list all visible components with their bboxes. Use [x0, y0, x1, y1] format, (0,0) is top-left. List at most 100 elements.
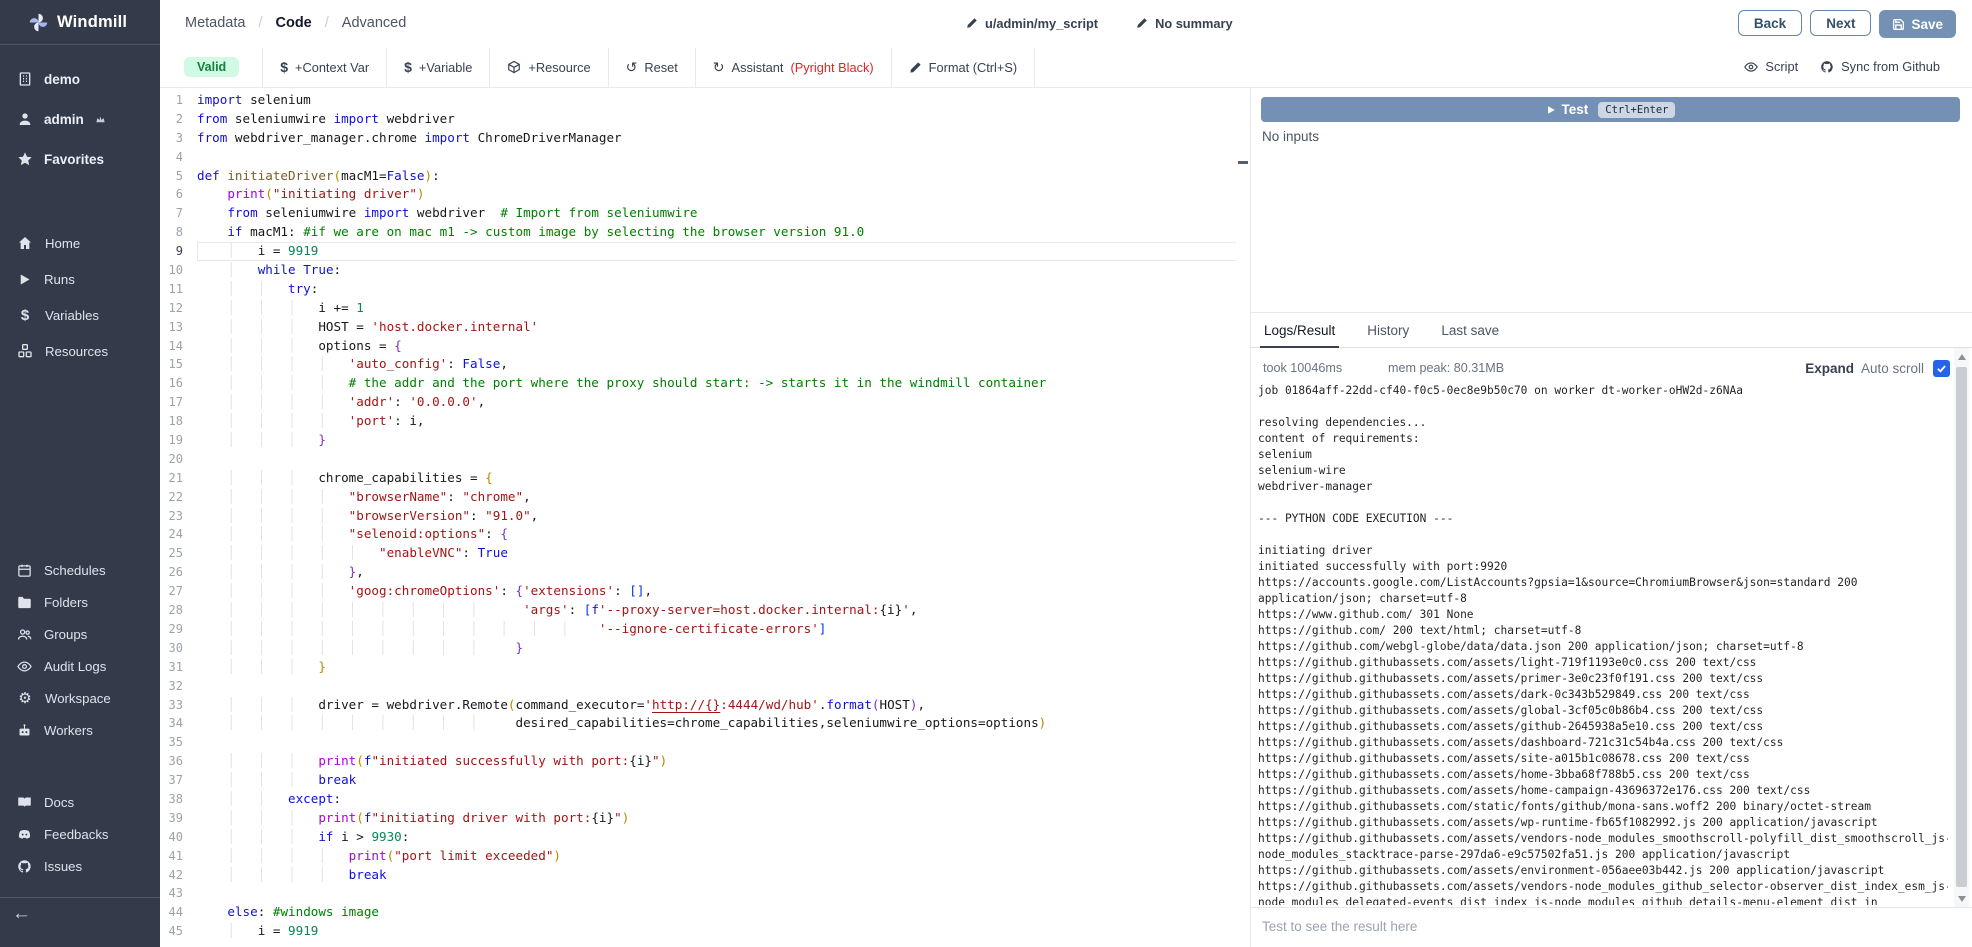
code-line[interactable]: 21 │ │ │ chrome_capabilities = {: [160, 469, 1250, 488]
code-line[interactable]: 6 print("initiating driver"): [160, 185, 1250, 204]
sidebar-item-docs[interactable]: Docs: [0, 786, 160, 818]
sidebar-item-workspace[interactable]: ⚙ Workspace: [0, 682, 160, 714]
test-button[interactable]: Test Ctrl+Enter: [1261, 97, 1960, 122]
sync-from-github-button[interactable]: Sync from Github: [1816, 47, 1944, 86]
assistant-button[interactable]: ↻ Assistant (Pyright Black): [697, 48, 890, 87]
code-line[interactable]: 14 │ │ │ options = {: [160, 337, 1250, 356]
line-number: 11: [160, 280, 197, 299]
windmill-app: Windmill demo admin Favorites Home: [0, 0, 1972, 947]
code-line[interactable]: 29 │ │ │ │ │ │ │ │ │ │ │ │ '--ignore-cer…: [160, 620, 1250, 639]
sidebar-item-audit-logs[interactable]: Audit Logs: [0, 650, 160, 682]
sidebar-item-home[interactable]: Home: [0, 225, 160, 261]
code-line[interactable]: 7 from seleniumwire import webdriver # I…: [160, 204, 1250, 223]
code-line[interactable]: 19 │ │ │ }: [160, 431, 1250, 450]
code-line[interactable]: 40 │ │ │ if i > 9930:: [160, 828, 1250, 847]
add-variable-button[interactable]: $ +Variable: [388, 48, 488, 87]
code-line[interactable]: 8 if macM1: #if we are on mac m1 -> cust…: [160, 223, 1250, 242]
sidebar-nav-main: Home Runs $ Variables Resources: [0, 225, 160, 369]
nav-label: Feedbacks: [44, 827, 109, 842]
tab-logs-result[interactable]: Logs/Result: [1264, 313, 1335, 347]
reset-button[interactable]: ↺ Reset: [610, 48, 694, 87]
code-line[interactable]: 33 │ │ │ driver = webdriver.Remote(comma…: [160, 696, 1250, 715]
code-line[interactable]: 42 │ │ │ │ break: [160, 866, 1250, 885]
sidebar-item-workers[interactable]: Workers: [0, 714, 160, 746]
tab-history[interactable]: History: [1367, 313, 1409, 347]
code-line[interactable]: 23 │ │ │ │ "browserVersion": "91.0",: [160, 507, 1250, 526]
add-resource-button[interactable]: +Resource: [491, 48, 606, 87]
sidebar-item-runs[interactable]: Runs: [0, 261, 160, 297]
script-path-edit[interactable]: u/admin/my_script: [966, 16, 1098, 31]
code-line[interactable]: 24 │ │ │ │ "selenoid:options": {: [160, 525, 1250, 544]
format-button[interactable]: Format (Ctrl+S): [893, 48, 1034, 87]
sidebar-item-resources[interactable]: Resources: [0, 333, 160, 369]
next-button[interactable]: Next: [1810, 10, 1871, 36]
code-line[interactable]: 32: [160, 677, 1250, 696]
code-line[interactable]: 2from seleniumwire import webdriver: [160, 110, 1250, 129]
scroll-down-arrow[interactable]: [1954, 891, 1969, 906]
sidebar-item-variables[interactable]: $ Variables: [0, 297, 160, 333]
script-preview-button[interactable]: Script: [1740, 47, 1802, 86]
code-line[interactable]: 34 │ │ │ │ │ │ │ │ │ desired_capabilitie…: [160, 714, 1250, 733]
sidebar-item-feedbacks[interactable]: Feedbacks: [0, 818, 160, 850]
back-button[interactable]: Back: [1738, 10, 1802, 36]
code-line[interactable]: 31 │ │ │ }: [160, 658, 1250, 677]
code-line[interactable]: 3from webdriver_manager.chrome import Ch…: [160, 129, 1250, 148]
log-line: initiated successfully with port:9920: [1258, 559, 1948, 575]
collapse-sidebar-button[interactable]: ←: [12, 903, 31, 925]
code-line[interactable]: 12 │ │ │ i += 1: [160, 299, 1250, 318]
autoscroll-checkbox[interactable]: [1933, 360, 1950, 377]
code-line[interactable]: 38 │ │ except:: [160, 790, 1250, 809]
toolbar-separator: [262, 48, 263, 87]
sidebar-item-schedules[interactable]: Schedules: [0, 554, 160, 586]
code-line[interactable]: 45 │ i = 9919: [160, 922, 1250, 941]
code-line[interactable]: 22 │ │ │ │ "browserName": "chrome",: [160, 488, 1250, 507]
line-number: 33: [160, 696, 197, 715]
code-line[interactable]: 1import selenium: [160, 91, 1250, 110]
code-line[interactable]: 30 │ │ │ │ │ │ │ │ │ }: [160, 639, 1250, 658]
sidebar-item-issues[interactable]: Issues: [0, 850, 160, 882]
tab-code[interactable]: Code: [276, 15, 312, 31]
code-line[interactable]: 15 │ │ │ │ 'auto_config': False,: [160, 355, 1250, 374]
editor-overview-ruler[interactable]: [1236, 87, 1250, 947]
tab-advanced[interactable]: Advanced: [342, 15, 407, 31]
code-line[interactable]: 35: [160, 733, 1250, 752]
code-line[interactable]: 27 │ │ │ │ 'goog:chromeOptions': {'exten…: [160, 582, 1250, 601]
tab-metadata[interactable]: Metadata: [185, 15, 245, 31]
save-button[interactable]: Save: [1879, 10, 1956, 38]
code-line[interactable]: 11 │ │ try:: [160, 280, 1250, 299]
code-line[interactable]: 18 │ │ │ │ 'port': i,: [160, 412, 1250, 431]
workspace-selector[interactable]: demo: [0, 59, 160, 99]
code-line[interactable]: 5def initiateDriver(macM1=False):: [160, 167, 1250, 186]
code-line[interactable]: 36 │ │ │ print(f"initiated successfully …: [160, 752, 1250, 771]
pencil-icon: [966, 17, 978, 29]
script-summary-edit[interactable]: No summary: [1136, 16, 1233, 31]
code-line[interactable]: 26 │ │ │ │ },: [160, 563, 1250, 582]
windmill-logo[interactable]: Windmill: [0, 0, 160, 45]
tab-last-save[interactable]: Last save: [1441, 313, 1499, 347]
code-line[interactable]: 28 │ │ │ │ │ │ │ │ │ 'args': [f'--proxy-…: [160, 601, 1250, 620]
sidebar-item-groups[interactable]: Groups: [0, 618, 160, 650]
scroll-up-arrow[interactable]: [1954, 349, 1969, 364]
code-line[interactable]: 13 │ │ │ HOST = 'host.docker.internal': [160, 318, 1250, 337]
code-line[interactable]: 9 │ i = 9919: [160, 242, 1250, 261]
add-context-var-button[interactable]: $ +Context Var: [264, 48, 385, 87]
code-line[interactable]: 43: [160, 884, 1250, 903]
sidebar-item-folders[interactable]: Folders: [0, 586, 160, 618]
expand-logs-button[interactable]: Expand: [1805, 361, 1854, 376]
code-line[interactable]: 16 │ │ │ │ # the addr and the port where…: [160, 374, 1250, 393]
scrollbar-thumb[interactable]: [1956, 367, 1967, 887]
code-editor[interactable]: 1import selenium2from seleniumwire impor…: [160, 87, 1250, 947]
code-line[interactable]: 41 │ │ │ │ print("port limit exceeded"): [160, 847, 1250, 866]
log-line: selenium: [1258, 447, 1948, 463]
sidebar-item-favorites[interactable]: Favorites: [0, 139, 160, 179]
user-menu[interactable]: admin: [0, 99, 160, 139]
code-line[interactable]: 44 else: #windows image: [160, 903, 1250, 922]
code-line[interactable]: 39 │ │ │ print(f"initiating driver with …: [160, 809, 1250, 828]
code-line[interactable]: 20: [160, 450, 1250, 469]
code-line[interactable]: 37 │ │ │ break: [160, 771, 1250, 790]
log-scrollbar[interactable]: [1954, 348, 1969, 907]
code-line[interactable]: 17 │ │ │ │ 'addr': '0.0.0.0',: [160, 393, 1250, 412]
code-line[interactable]: 25 │ │ │ │ │ "enableVNC": True: [160, 544, 1250, 563]
code-line[interactable]: 10 │ while True:: [160, 261, 1250, 280]
code-line[interactable]: 4: [160, 148, 1250, 167]
